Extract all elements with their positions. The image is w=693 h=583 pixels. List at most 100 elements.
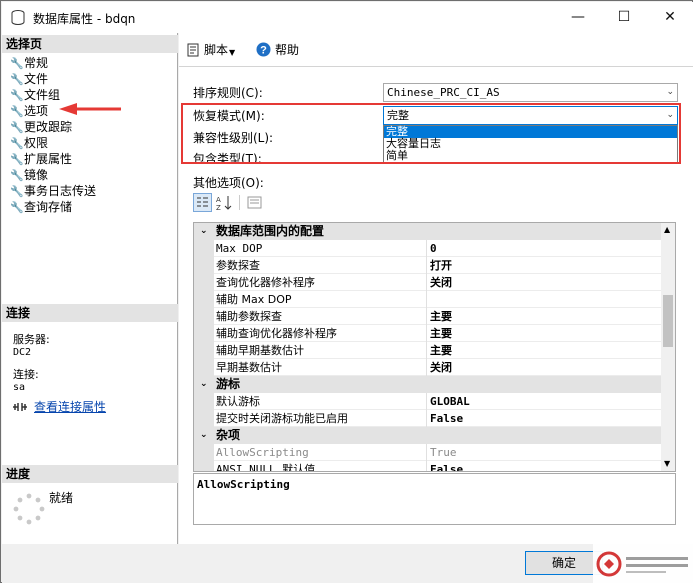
wrench-icon: 🔧 <box>10 73 24 86</box>
grid-category-title: 杂项 <box>216 428 241 442</box>
grid-column-separator <box>426 308 427 325</box>
grid-row[interactable]: 早期基数估计 关闭 <box>194 359 662 376</box>
wrench-icon: 🔧 <box>10 153 24 166</box>
grid-row-gutter <box>194 342 214 359</box>
script-dropdown-chevron-icon[interactable]: ▼ <box>229 45 235 61</box>
server-value: DC2 <box>13 347 32 358</box>
sidebar-item[interactable]: 🔧文件 <box>10 71 48 87</box>
help-button[interactable]: 帮助 <box>275 42 299 58</box>
grid-column-separator <box>426 257 427 274</box>
grid-row[interactable]: ANSI NULL 默认值 False <box>194 461 662 472</box>
grid-row-gutter <box>194 274 214 291</box>
grid-category[interactable]: ⌄ 数据库范围内的配置 <box>194 223 662 240</box>
annotation-arrow-icon <box>59 103 121 115</box>
grid-column-separator <box>426 342 427 359</box>
grid-row[interactable]: Max DOP 0 <box>194 240 662 257</box>
categorized-view-button[interactable] <box>193 193 212 212</box>
grid-category[interactable]: ⌄ 杂项 <box>194 427 662 444</box>
grid-row-value[interactable]: 主要 <box>430 309 452 324</box>
script-icon <box>187 43 199 57</box>
scroll-down-icon[interactable]: ▼ <box>664 459 670 468</box>
sidebar-item-label: 镜像 <box>24 168 49 182</box>
grid-row-name: 提交时关闭游标功能已启用 <box>216 412 348 425</box>
view-connection-properties-link[interactable]: 查看连接属性 <box>34 401 106 414</box>
sidebar-item[interactable]: 🔧扩展属性 <box>10 151 72 167</box>
grid-row-name: Max DOP <box>216 242 263 255</box>
sidebar-item[interactable]: 🔧镜像 <box>10 167 48 183</box>
grid-row[interactable]: 辅助查询优化器修补程序 主要 <box>194 325 662 342</box>
alphabetical-view-button[interactable]: AZ <box>215 193 234 212</box>
scrollbar-thumb[interactable] <box>663 295 673 347</box>
grid-column-separator <box>426 393 427 410</box>
collapse-chevron-icon[interactable]: ⌄ <box>200 223 208 240</box>
grid-row-name: 辅助参数探查 <box>216 310 282 323</box>
connection-value: sa <box>13 382 26 393</box>
grid-row[interactable]: 提交时关闭游标功能已启用 False <box>194 410 662 427</box>
grid-scrollbar[interactable]: ▲ ▼ <box>661 223 675 471</box>
ok-button[interactable]: 确定 <box>525 551 603 575</box>
categorized-icon <box>197 197 208 207</box>
wrench-icon: 🔧 <box>10 169 24 182</box>
grid-row-value[interactable]: 打开 <box>430 258 452 273</box>
sort-alphabetical-icon: AZ <box>216 196 232 212</box>
svg-text:A: A <box>216 196 221 204</box>
collapse-chevron-icon[interactable]: ⌄ <box>200 427 208 444</box>
options-page: 脚本 ▼ ? 帮助 排序规则(C): Chinese_PRC_CI_AS ⌄ 恢… <box>179 33 693 544</box>
connection-label: 连接: <box>13 368 39 381</box>
sidebar-item-label: 权限 <box>24 136 49 150</box>
sidebar-item[interactable]: 🔧权限 <box>10 135 48 151</box>
collapse-chevron-icon[interactable]: ⌄ <box>200 376 208 393</box>
grid-row-value[interactable]: 关闭 <box>430 275 452 290</box>
sidebar-item[interactable]: 🔧常规 <box>10 55 48 71</box>
database-properties-window: 数据库属性 - bdqn — ☐ ✕ 选择页 🔧常规 🔧文件 🔧文件组 🔧选项 🔧更改跟… <box>0 0 693 583</box>
grid-row-value[interactable]: True <box>430 445 457 460</box>
sidebar-item-label: 选项 <box>24 104 49 118</box>
grid-row-name: 辅助 Max DOP <box>216 293 292 306</box>
grid-row-name: AllowScripting <box>216 446 309 459</box>
grid-row[interactable]: 辅助 Max DOP <box>194 291 662 308</box>
grid-row-name: 辅助查询优化器修补程序 <box>216 327 337 340</box>
grid-row-value[interactable]: 主要 <box>430 343 452 358</box>
sidebar-item[interactable]: 🔧选项 <box>10 103 48 119</box>
chevron-down-icon: ⌄ <box>666 87 674 97</box>
wrench-icon: 🔧 <box>10 137 24 150</box>
grid-row-gutter <box>194 257 214 274</box>
grid-row-value[interactable]: GLOBAL <box>430 394 470 409</box>
grid-row[interactable]: 辅助参数探查 主要 <box>194 308 662 325</box>
wrench-icon: 🔧 <box>10 89 24 102</box>
minimize-button[interactable]: — <box>555 2 601 33</box>
grid-column-separator <box>426 461 427 471</box>
grid-row-value[interactable]: 主要 <box>430 326 452 341</box>
property-pages-icon <box>247 196 262 209</box>
scroll-up-icon[interactable]: ▲ <box>664 225 670 234</box>
sidebar-item[interactable]: 🔧更改跟踪 <box>10 119 72 135</box>
wrench-icon: 🔧 <box>10 185 24 198</box>
toolbar: 脚本 ▼ ? 帮助 <box>179 33 693 67</box>
grid-row[interactable]: AllowScripting True <box>194 444 662 461</box>
grid-row-value[interactable]: 关闭 <box>430 360 452 375</box>
sidebar-item-label: 事务日志传送 <box>24 184 97 198</box>
sidebar-item[interactable]: 🔧文件组 <box>10 87 60 103</box>
collation-combo[interactable]: Chinese_PRC_CI_AS ⌄ <box>383 83 678 102</box>
grid-row-value[interactable]: False <box>430 411 463 426</box>
help-icon: ? <box>256 42 271 57</box>
close-button[interactable]: ✕ <box>647 2 693 33</box>
sidebar-item[interactable]: 🔧事务日志传送 <box>10 183 96 199</box>
svg-text:Z: Z <box>216 204 221 212</box>
grid-row[interactable]: 参数探查 打开 <box>194 257 662 274</box>
grid-column-separator <box>426 291 427 308</box>
grid-column-separator <box>426 325 427 342</box>
grid-row-value[interactable]: False <box>430 462 463 471</box>
select-page-header: 选择页 <box>2 35 178 53</box>
property-pages-button[interactable] <box>245 193 264 212</box>
sidebar-item[interactable]: 🔧查询存储 <box>10 199 72 215</box>
maximize-button[interactable]: ☐ <box>601 2 647 33</box>
grid-row[interactable]: 查询优化器修补程序 关闭 <box>194 274 662 291</box>
grid-row-name: ANSI NULL 默认值 <box>216 463 316 472</box>
script-button[interactable]: 脚本 <box>204 42 228 58</box>
grid-row[interactable]: 辅助早期基数估计 主要 <box>194 342 662 359</box>
grid-row[interactable]: 默认游标 GLOBAL <box>194 393 662 410</box>
grid-row-value[interactable]: 0 <box>430 241 437 256</box>
grid-category[interactable]: ⌄ 游标 <box>194 376 662 393</box>
grid-row-gutter <box>194 444 214 461</box>
